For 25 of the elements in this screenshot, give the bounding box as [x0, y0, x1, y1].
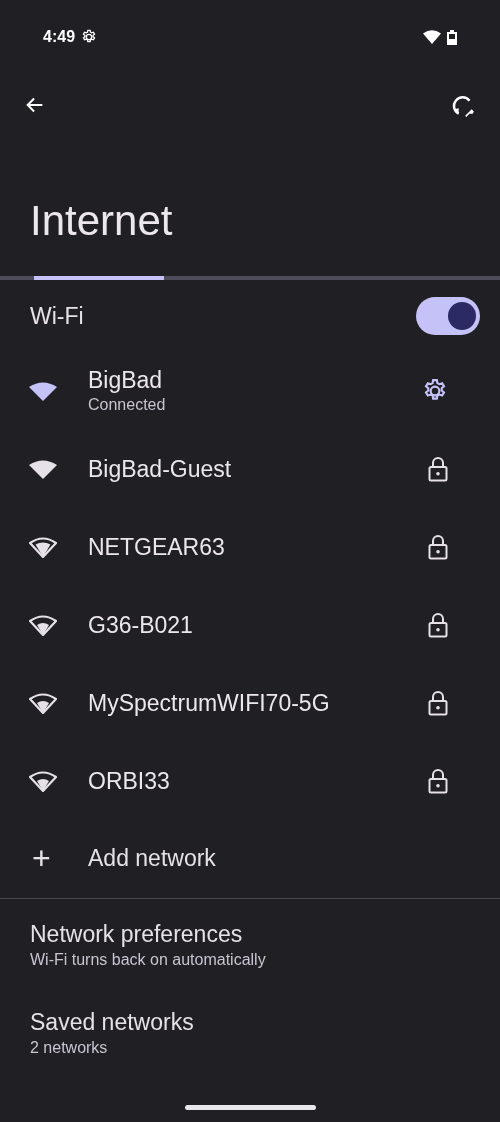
wifi-toggle[interactable]: [416, 297, 480, 335]
battery-icon: [447, 29, 457, 45]
network-name[interactable]: BigBad: [88, 366, 422, 394]
page-title: Internet: [29, 196, 174, 246]
network-name[interactable]: NETGEAR63: [88, 533, 428, 561]
setting-subtitle: 2 networks: [30, 1038, 109, 1058]
lock-icon: [428, 534, 448, 560]
lock-icon: [428, 456, 448, 482]
lock-icon: [428, 612, 448, 638]
lock-icon: [428, 690, 448, 716]
setting-title[interactable]: Network preferences: [30, 919, 470, 949]
setting-title[interactable]: Saved networks: [30, 1007, 470, 1037]
network-name[interactable]: G36-B021: [88, 611, 428, 639]
lock-icon: [428, 768, 448, 794]
network-name[interactable]: ORBI33: [88, 767, 428, 795]
network-name[interactable]: MySpectrumWIFI70-5G: [88, 689, 428, 717]
setting-subtitle: Wi-Fi turns back on automatically: [30, 950, 267, 970]
network-status: Connected: [88, 395, 167, 415]
settings-icon: [81, 29, 98, 45]
wifi-icon: [423, 30, 441, 44]
network-name[interactable]: BigBad-Guest: [88, 455, 428, 483]
status-time: 4:49: [43, 27, 76, 47]
add-network-link[interactable]: Add network: [88, 840, 216, 876]
add-icon: +: [0, 842, 88, 874]
wifi-label: Wi-Fi: [30, 301, 84, 331]
